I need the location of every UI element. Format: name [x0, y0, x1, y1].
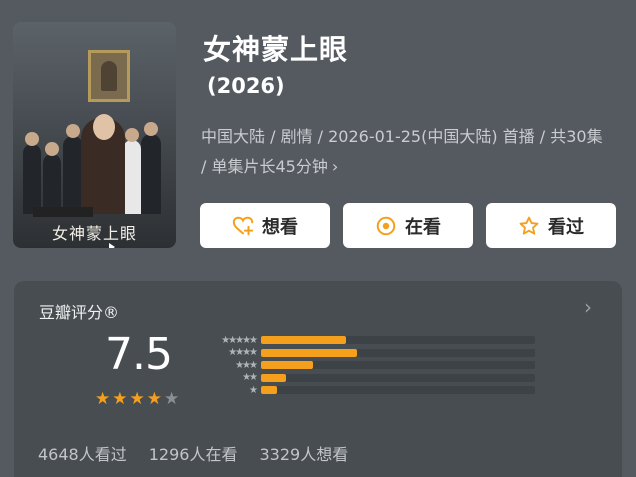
movie-poster[interactable]: 女神蒙上眼 — [13, 22, 176, 248]
rating-bar-fill — [261, 361, 314, 370]
rating-bar-track — [261, 336, 535, 345]
want-button[interactable]: 想看 — [200, 203, 330, 248]
rating-bar-stars: ★★ — [242, 372, 258, 384]
rating-bar-track — [261, 386, 535, 395]
movie-year: (2026) — [207, 74, 285, 98]
star-empty-icon: ★ — [164, 389, 180, 409]
rating-bar-stars: ★ — [249, 384, 258, 396]
rating-label: 豆瓣评分® — [39, 303, 120, 322]
play-icon — [109, 243, 115, 248]
movie-meta[interactable]: 中国大陆 / 剧情 / 2026-01-25(中国大陆) 首播 / 共30集 /… — [201, 122, 611, 182]
chevron-right-icon: › — [331, 157, 339, 176]
rating-stars: ★ ★ ★ ★ ★ — [95, 391, 179, 408]
rating-score: 7.5 — [105, 329, 173, 380]
star-filled-icon: ★ — [146, 389, 162, 409]
rating-bar-track — [261, 361, 535, 370]
rating-bar-stars: ★★★★ — [228, 347, 258, 359]
target-icon — [376, 216, 396, 235]
chevron-right-icon[interactable]: › — [584, 295, 592, 319]
star-filled-icon: ★ — [129, 389, 145, 409]
poster-desk — [33, 207, 93, 217]
movie-meta-text: 中国大陆 / 剧情 / 2026-01-25(中国大陆) 首播 / 共30集 /… — [201, 127, 603, 176]
rating-bar-fill — [261, 336, 346, 345]
watched-button[interactable]: 看过 — [486, 203, 616, 248]
star-icon — [519, 216, 539, 235]
rating-bar-fill — [261, 386, 278, 395]
heart-plus-icon — [232, 216, 254, 235]
watching-label: 在看 — [405, 216, 441, 238]
watched-label: 看过 — [548, 216, 584, 238]
rating-bar-track — [261, 348, 535, 357]
rating-bar-track — [261, 373, 535, 382]
poster-painting — [88, 50, 130, 102]
want-label: 想看 — [262, 216, 298, 238]
rating-bar-fill — [261, 348, 357, 357]
watching-count[interactable]: 1296人在看 — [149, 441, 238, 465]
watching-button[interactable]: 在看 — [343, 203, 473, 248]
rating-bar-stars: ★★★ — [235, 359, 258, 371]
star-filled-icon: ★ — [95, 389, 111, 409]
rating-card[interactable]: 豆瓣评分® › 7.5 ★ ★ ★ ★ ★ ★★★★★ ★★★★ ★★★ ★★ ★ 4648人看… — [14, 281, 622, 477]
poster-cast — [23, 114, 166, 214]
watched-count[interactable]: 4648人看过 — [38, 441, 127, 465]
want-count[interactable]: 3329人想看 — [259, 441, 348, 465]
viewer-counts: 4648人看过 1296人在看 3329人想看 — [38, 441, 348, 465]
poster-title: 女神蒙上眼 — [51, 224, 137, 243]
star-filled-icon: ★ — [112, 389, 128, 409]
movie-title: 女神蒙上眼 — [203, 33, 349, 66]
rating-bar-stars: ★★★★★ — [221, 334, 258, 346]
rating-bar-fill — [261, 373, 286, 382]
